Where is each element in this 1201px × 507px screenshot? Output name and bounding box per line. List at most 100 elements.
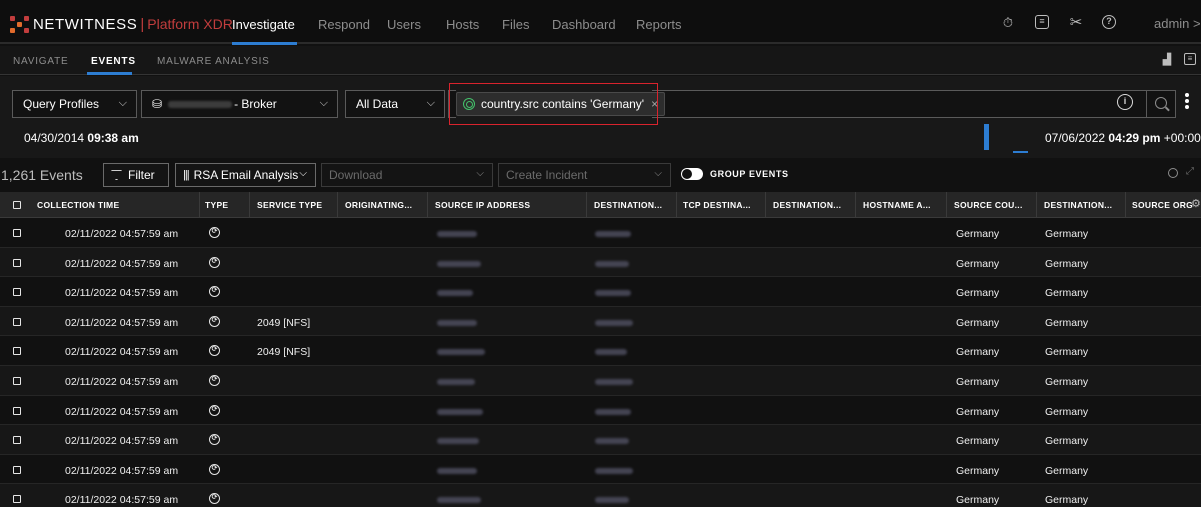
subnav-navigate[interactable]: NAVIGATE [13, 56, 68, 67]
destination-ip-redacted [595, 349, 627, 356]
time-range-start[interactable]: 04/30/2014 09:38 am [24, 131, 139, 145]
column-divider[interactable] [1125, 192, 1126, 218]
column-header[interactable]: TYPE [205, 200, 228, 210]
columns-icon: ||| [183, 169, 190, 181]
row-checkbox[interactable] [13, 229, 21, 237]
info-icon[interactable]: i [1117, 94, 1133, 110]
collection-time-cell: 02/11/2022 04:57:59 am [65, 316, 179, 329]
notes-icon[interactable]: ≡ [1035, 15, 1049, 29]
column-divider[interactable] [249, 192, 250, 218]
column-header[interactable]: SOURCE COU... [954, 200, 1023, 210]
time-end-time: 04:29 pm [1108, 131, 1161, 145]
select-all-checkbox[interactable] [13, 201, 21, 209]
search-icon[interactable] [1168, 168, 1178, 178]
destination-ip-redacted [595, 260, 629, 267]
row-checkbox[interactable] [13, 465, 21, 474]
collection-time-cell: 02/11/2022 04:57:59 am [65, 464, 179, 477]
column-divider[interactable] [946, 192, 947, 218]
column-header[interactable]: SOURCE ORG [1132, 200, 1193, 210]
create-incident-dropdown[interactable]: Create Incident ⌵ [498, 163, 671, 187]
chevron-down-icon: ⌵ [426, 97, 435, 109]
column-divider[interactable] [586, 192, 587, 218]
column-header[interactable]: TCP DESTINA... [683, 200, 751, 210]
service-name-redacted [168, 100, 233, 108]
destination-country-cell: Germany [1045, 257, 1089, 270]
row-checkbox[interactable] [13, 495, 21, 504]
column-divider[interactable] [199, 192, 200, 218]
column-header[interactable]: ORIGINATING... [345, 200, 412, 210]
data-scope-dropdown[interactable]: All Data ⌵ [345, 90, 445, 118]
destination-country-cell: Germany [1045, 494, 1089, 507]
source-ip-redacted [437, 349, 485, 356]
column-header[interactable]: SOURCE IP ADDRESS [435, 200, 530, 210]
nav-users[interactable]: Users [387, 17, 421, 32]
column-divider[interactable] [855, 192, 856, 218]
nav-investigate[interactable]: Investigate [232, 17, 295, 32]
row-checkbox[interactable] [13, 436, 21, 445]
column-divider[interactable] [427, 192, 428, 218]
destination-ip-redacted [595, 438, 629, 445]
nav-dashboard[interactable]: Dashboard [552, 17, 616, 32]
nav-respond[interactable]: Respond [318, 17, 370, 32]
service-type-cell: 2049 [NFS] [257, 346, 311, 359]
group-events-toggle[interactable] [681, 168, 703, 180]
download-label: Download [329, 168, 383, 182]
nav-active-indicator [232, 42, 297, 45]
event-type-icon: ⟳ [209, 375, 220, 386]
event-type-icon: ⟳ [209, 227, 220, 238]
chart-icon[interactable]: ▟ [1160, 53, 1174, 67]
subnav-events[interactable]: EVENTS [91, 56, 136, 67]
column-divider[interactable] [765, 192, 766, 218]
row-checkbox[interactable] [13, 406, 21, 415]
service-selector[interactable]: ⛁ - Broker ⌵ [141, 90, 338, 118]
nav-reports[interactable]: Reports [636, 17, 682, 32]
destination-country-cell: Germany [1045, 376, 1089, 388]
source-country-cell: Germany [956, 316, 1000, 329]
column-divider[interactable] [1036, 192, 1037, 218]
source-country-cell: Germany [956, 405, 1000, 418]
stopwatch-icon[interactable]: ⏱ [1000, 15, 1016, 31]
source-ip-redacted [437, 438, 479, 445]
product-name: Platform XDR [147, 16, 233, 32]
gear-icon[interactable]: ⚙ [1191, 197, 1201, 211]
netwitness-logo[interactable]: NETWITNESS | Platform XDR [10, 15, 233, 33]
query-profiles-dropdown[interactable]: Query Profiles ⌵ [12, 90, 137, 118]
row-checkbox[interactable] [13, 317, 21, 326]
row-checkbox[interactable] [13, 377, 21, 385]
help-icon[interactable]: ? [1102, 15, 1116, 29]
nav-hosts[interactable]: Hosts [446, 17, 479, 32]
destination-ip-redacted [595, 379, 633, 385]
time-end-timezone: +00:00 [1163, 131, 1201, 145]
source-ip-redacted [437, 497, 481, 504]
destination-ip-redacted [595, 319, 633, 326]
search-button[interactable] [1146, 90, 1176, 118]
column-header[interactable]: HOSTNAME A... [863, 200, 931, 210]
column-header[interactable]: COLLECTION TIME [37, 200, 119, 210]
column-divider[interactable] [337, 192, 338, 218]
user-menu[interactable]: admin > [1154, 16, 1201, 31]
table-row[interactable] [0, 484, 1201, 507]
more-options-icon[interactable] [1185, 93, 1189, 111]
row-checkbox[interactable] [13, 347, 21, 356]
source-ip-redacted [437, 260, 481, 267]
row-checkbox[interactable] [13, 258, 21, 267]
source-country-cell: Germany [956, 464, 1000, 477]
column-header[interactable]: DESTINATION... [594, 200, 662, 210]
expand-icon[interactable]: ⤢ [1186, 166, 1194, 177]
filter-button[interactable]: Filter [103, 163, 169, 187]
query-input[interactable] [652, 90, 1147, 118]
settings-panel-icon[interactable]: ≡ [1184, 53, 1196, 65]
subnav-malware-analysis[interactable]: MALWARE ANALYSIS [157, 56, 270, 67]
column-header[interactable]: DESTINATION... [1044, 200, 1112, 210]
create-incident-label: Create Incident [506, 168, 588, 182]
chevron-down-icon: ⌵ [299, 168, 307, 179]
time-range-end[interactable]: 07/06/2022 04:29 pm +00:00 [1045, 131, 1201, 145]
column-header[interactable]: SERVICE TYPE [257, 200, 322, 210]
column-header[interactable]: DESTINATION... [773, 200, 841, 210]
nav-files[interactable]: Files [502, 17, 529, 32]
column-divider[interactable] [676, 192, 677, 218]
row-checkbox[interactable] [13, 288, 21, 297]
column-group-dropdown[interactable]: ||| RSA Email Analysis ⌵ [175, 163, 316, 187]
download-dropdown[interactable]: Download ⌵ [321, 163, 493, 187]
tools-icon[interactable]: ✂ [1068, 15, 1084, 31]
